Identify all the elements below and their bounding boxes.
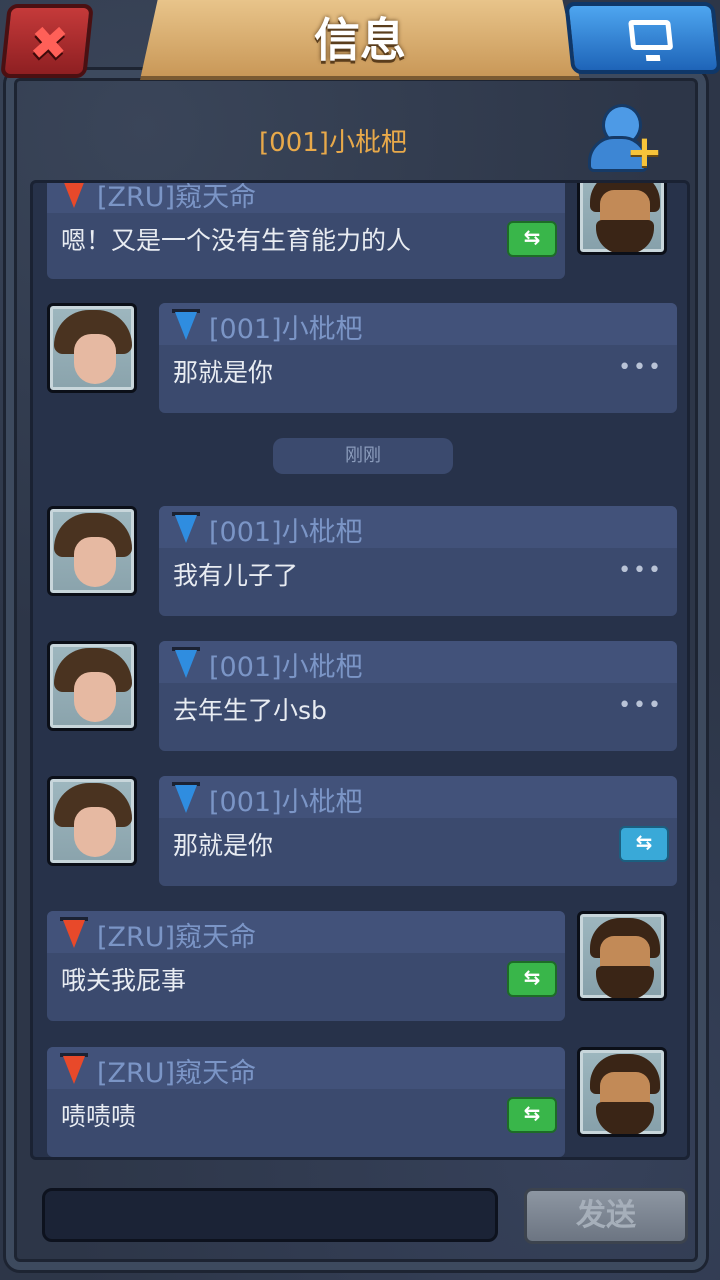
more-options-icon[interactable]: ••• — [618, 558, 663, 583]
avatar[interactable] — [47, 641, 137, 731]
avatar[interactable] — [47, 303, 137, 393]
sender-name: [001]小枇杷 — [209, 517, 363, 548]
message-bubble: [001]小枇杷 那就是你 ⇆ — [159, 776, 677, 886]
message-item: [ZRU]窥天命 哦关我屁事 ⇆ — [47, 911, 679, 1023]
faction-flag-icon — [171, 510, 201, 544]
message-item: [001]小枇杷 去年生了小sb ••• — [47, 641, 679, 753]
message-bubble: [ZRU]窥天命 嗯！又是一个没有生育能力的人 ⇆ — [47, 182, 565, 279]
page-title: 信息 — [314, 13, 406, 67]
message-text: 那就是你 — [173, 831, 274, 860]
send-button[interactable]: 发送 — [524, 1188, 688, 1244]
more-options-icon[interactable]: ••• — [618, 693, 663, 718]
message-item: [001]小枇杷 我有儿子了 ••• — [47, 506, 679, 618]
message-text: 那就是你 — [173, 358, 274, 387]
message-text: 我有儿子了 — [173, 561, 299, 590]
monitor-icon — [628, 20, 674, 50]
message-text: 嗯！又是一个没有生育能力的人 — [61, 226, 412, 255]
sender-name: [001]小枇杷 — [209, 787, 363, 818]
faction-flag-icon — [171, 307, 201, 341]
faction-flag-icon — [59, 1051, 89, 1085]
message-item: [001]小枇杷 那就是你 ••• — [47, 303, 679, 415]
title-banner: 信息 — [140, 0, 580, 80]
faction-flag-icon — [171, 780, 201, 814]
chat-panel[interactable]: [ZRU]窥天命 嗯！又是一个没有生育能力的人 ⇆ [001]小枇杷 那就是你 … — [30, 180, 690, 1160]
message-item: [001]小枇杷 那就是你 ⇆ — [47, 776, 679, 888]
close-button[interactable]: ✖ — [0, 4, 94, 78]
sender-name: [ZRU]窥天命 — [97, 922, 257, 953]
message-input[interactable] — [42, 1188, 498, 1242]
translate-button[interactable]: ⇆ — [619, 826, 669, 862]
sender-name: [001]小枇杷 — [209, 314, 363, 345]
add-friend-button[interactable]: + — [584, 104, 664, 174]
faction-flag-icon — [59, 915, 89, 949]
avatar[interactable] — [577, 911, 667, 1001]
message-bubble: [ZRU]窥天命 啧啧啧 ⇆ — [47, 1047, 565, 1157]
timestamp-pill: 刚刚 — [273, 438, 453, 474]
message-item: [ZRU]窥天命 啧啧啧 ⇆ — [47, 1047, 679, 1157]
more-options-icon[interactable]: ••• — [618, 355, 663, 380]
chat-partner-name: [001]小枇杷 — [259, 128, 407, 158]
translate-button[interactable]: ⇆ — [507, 961, 557, 997]
faction-flag-icon — [59, 183, 89, 209]
translate-button[interactable]: ⇆ — [507, 221, 557, 257]
message-text: 哦关我屁事 — [61, 966, 187, 995]
message-bubble: [001]小枇杷 去年生了小sb ••• — [159, 641, 677, 751]
avatar[interactable] — [47, 506, 137, 596]
sender-name: [ZRU]窥天命 — [97, 1058, 257, 1089]
message-bubble: [001]小枇杷 我有儿子了 ••• — [159, 506, 677, 616]
monitor-button[interactable] — [564, 2, 720, 74]
message-item: [ZRU]窥天命 嗯！又是一个没有生育能力的人 ⇆ — [47, 182, 679, 281]
close-icon: ✖ — [26, 16, 72, 70]
sender-name: [ZRU]窥天命 — [97, 182, 257, 213]
message-bubble: [001]小枇杷 那就是你 ••• — [159, 303, 677, 413]
message-text: 啧啧啧 — [61, 1102, 137, 1131]
avatar[interactable] — [577, 1047, 667, 1137]
faction-flag-icon — [171, 645, 201, 679]
sender-name: [001]小枇杷 — [209, 652, 363, 683]
message-bubble: [ZRU]窥天命 哦关我屁事 ⇆ — [47, 911, 565, 1021]
translate-button[interactable]: ⇆ — [507, 1097, 557, 1133]
avatar[interactable] — [47, 776, 137, 866]
avatar[interactable] — [577, 183, 667, 255]
message-text: 去年生了小sb — [173, 696, 327, 725]
